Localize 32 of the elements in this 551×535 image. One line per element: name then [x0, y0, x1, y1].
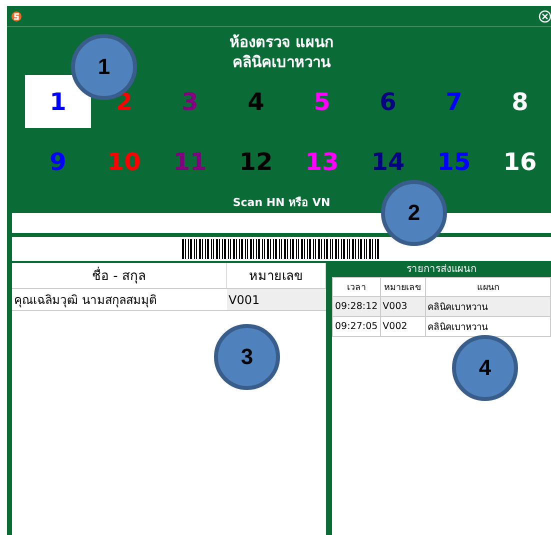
table-cell: 09:28:12 — [332, 296, 380, 316]
room-button[interactable]: 5 — [314, 88, 330, 116]
close-icon[interactable] — [538, 10, 551, 22]
list-title: รายการส่งแผนก — [332, 263, 551, 277]
table-cell: คลินิคเบาหวาน — [425, 316, 550, 336]
scan-label: Scan HN หรือ VN — [232, 196, 332, 210]
table-cell: 09:27:05 — [332, 316, 380, 336]
room-button[interactable]: 12 — [239, 148, 273, 176]
table-cell: คุณเฉลิมวุฒิ นามสกุลสมมุติ — [12, 288, 226, 310]
room-button[interactable]: 9 — [50, 148, 66, 176]
room-button[interactable]: 14 — [371, 148, 405, 176]
table-cell: V003 — [380, 296, 426, 316]
room-button[interactable]: 13 — [305, 148, 339, 176]
room-title: ห้องตรวจ แผนก — [229, 33, 334, 51]
barcode-icon — [182, 239, 381, 259]
room-button[interactable]: 16 — [503, 148, 537, 176]
app-logo-icon — [11, 10, 22, 22]
table-cell: คลินิคเบาหวาน — [425, 296, 550, 316]
room-button[interactable]: 11 — [173, 148, 207, 176]
room-button[interactable]: 10 — [107, 148, 141, 176]
room-button[interactable]: 3 — [182, 88, 198, 116]
room-button[interactable]: 8 — [512, 88, 528, 116]
room-button[interactable]: 15 — [437, 148, 471, 176]
room-button[interactable]: 4 — [248, 88, 264, 116]
room-button[interactable]: 1 — [25, 75, 91, 128]
column-header[interactable]: แผนก — [425, 278, 550, 296]
room-button[interactable]: 7 — [446, 88, 462, 116]
room-title: คลินิคเบาหวาน — [232, 53, 330, 71]
table-cell: V002 — [380, 316, 426, 336]
column-header[interactable]: เวลา — [332, 278, 380, 296]
table-cell: V001 — [226, 288, 326, 310]
room-button[interactable]: 6 — [380, 88, 396, 116]
